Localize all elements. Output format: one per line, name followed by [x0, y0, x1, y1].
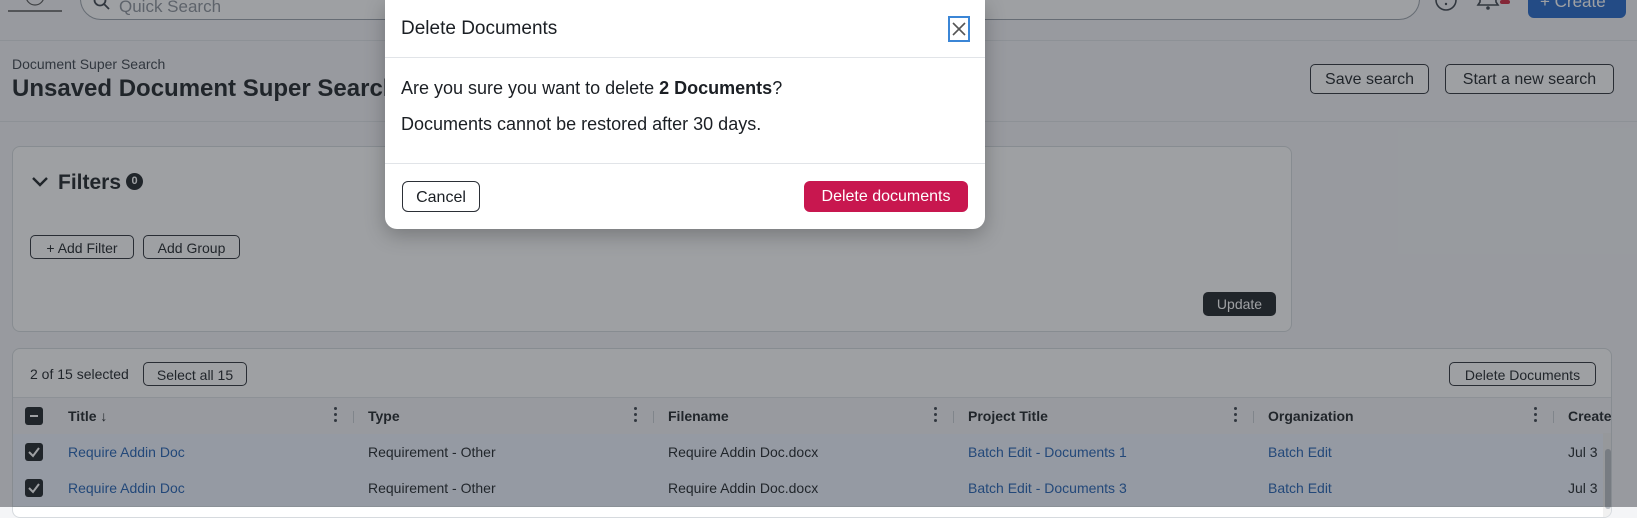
- dialog-divider: [385, 57, 985, 58]
- confirm-delete-button[interactable]: Delete documents: [804, 181, 968, 212]
- cancel-button[interactable]: Cancel: [402, 181, 480, 212]
- restore-warning: Documents cannot be restored after 30 da…: [401, 114, 762, 134]
- document-count: 2 Documents: [659, 78, 773, 98]
- question-suffix: ?: [772, 78, 783, 98]
- delete-documents-dialog: Delete Documents Are you sure you want t…: [385, 0, 985, 229]
- confirm-question: Are you sure you want to delete 2 Docume…: [401, 78, 782, 99]
- question-prefix: Are you sure you want to delete: [401, 78, 660, 98]
- dialog-title: Delete Documents: [401, 18, 558, 39]
- close-icon[interactable]: [948, 16, 970, 42]
- dialog-divider: [385, 163, 985, 164]
